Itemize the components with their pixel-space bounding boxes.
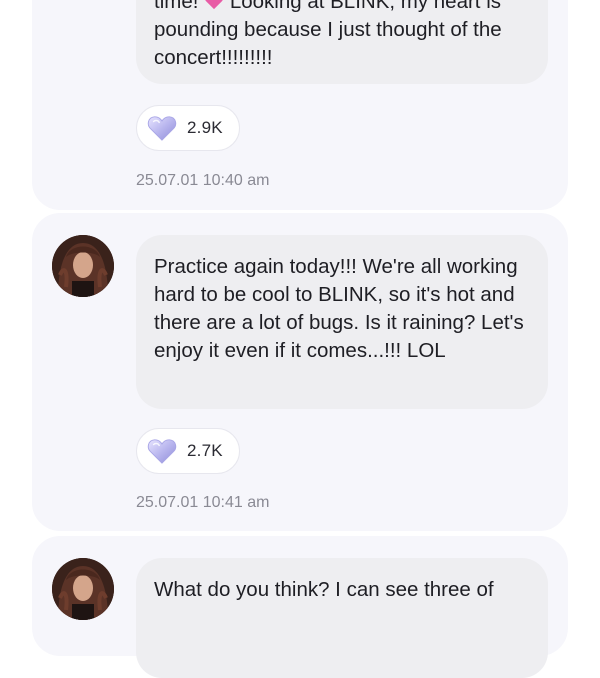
message-timestamp: 25.07.01 10:41 am <box>136 494 270 511</box>
reaction-count: 2.7K <box>187 441 223 460</box>
heart-reaction-button[interactable]: 2.7K <box>136 428 240 474</box>
message-timestamp: 25.07.01 10:40 am <box>136 172 270 189</box>
pink-heart-icon <box>205 0 223 10</box>
heart-reaction-icon <box>147 439 177 464</box>
avatar[interactable] <box>52 558 114 620</box>
message-bubble: What do you think? I can see three of <box>136 558 548 678</box>
avatar[interactable] <box>52 235 114 297</box>
heart-reaction-icon <box>147 116 177 141</box>
message-card: Practice again today!!! We're all workin… <box>32 213 568 531</box>
message-bubble: Practice again today!!! We're all workin… <box>136 235 548 409</box>
message-text: Practice again today!!! We're all workin… <box>154 255 524 362</box>
reaction-count: 2.9K <box>187 118 223 137</box>
message-bubble: time! Looking at BLINK, my heart is poun… <box>136 0 548 84</box>
message-card: time! Looking at BLINK, my heart is poun… <box>32 0 568 210</box>
message-card: What do you think? I can see three of <box>32 536 568 678</box>
message-feed: time! Looking at BLINK, my heart is poun… <box>0 0 600 678</box>
heart-reaction-button[interactable]: 2.9K <box>136 105 240 151</box>
message-text: time! Looking at BLINK, my heart is poun… <box>154 0 530 72</box>
